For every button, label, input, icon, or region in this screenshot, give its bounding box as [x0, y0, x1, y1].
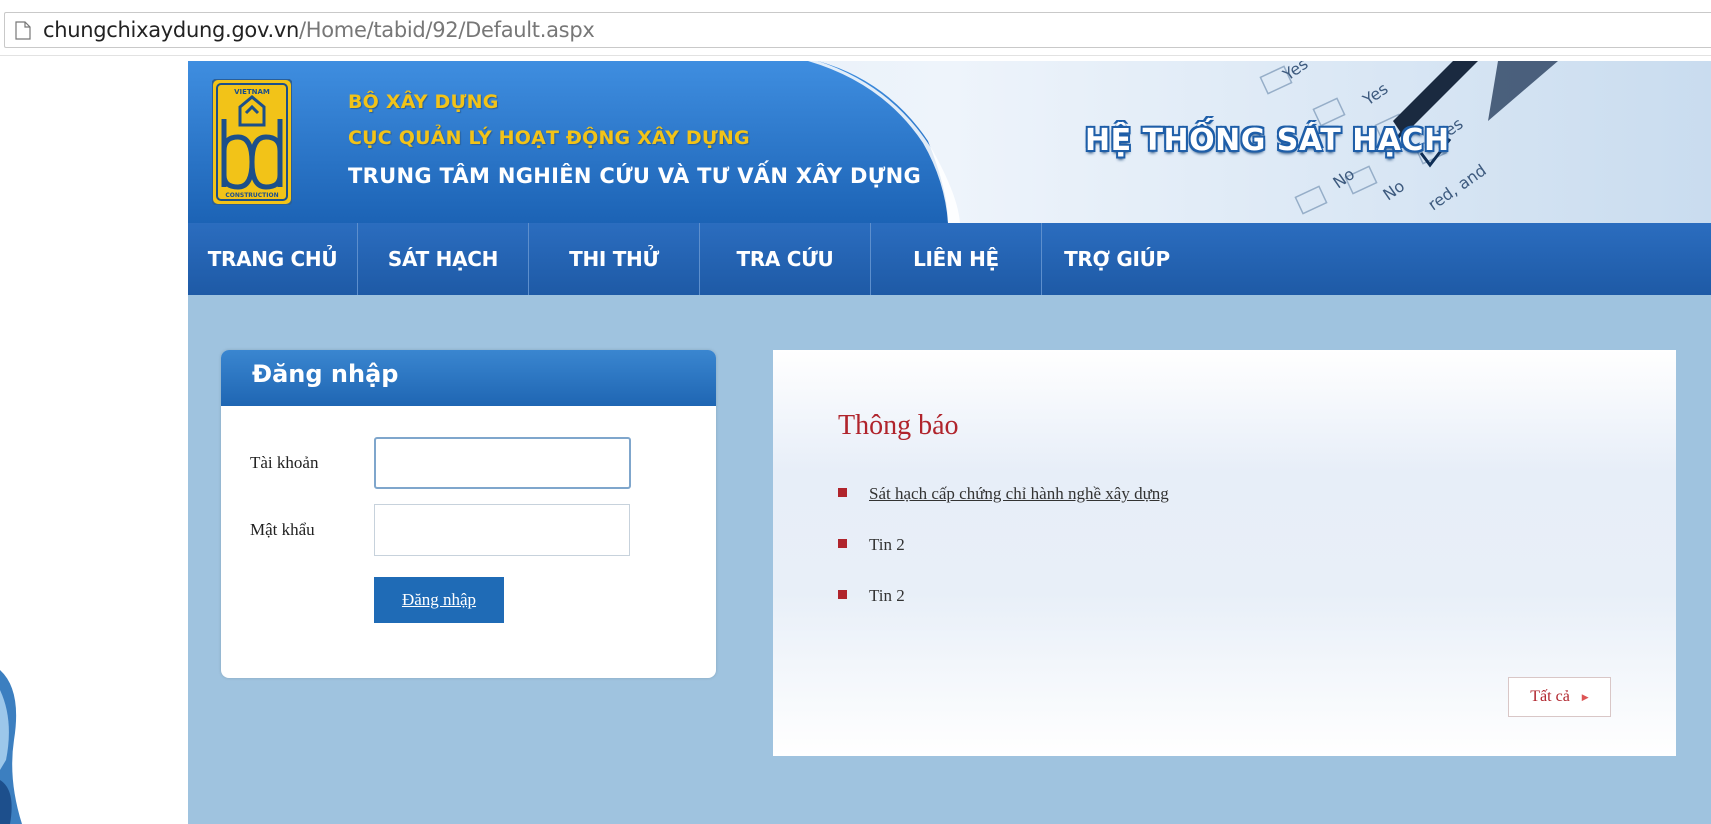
- url-field[interactable]: chungchixaydung.gov.vn/Home/tabid/92/Def…: [4, 12, 1711, 48]
- header-banner: Yes Yes Yes No No red, and VIETNAM CONST…: [188, 61, 1711, 223]
- system-title: HỆ THỐNG SÁT HẠCH: [1085, 123, 1450, 158]
- nav-item-home[interactable]: TRANG CHỦ: [188, 223, 358, 295]
- list-item: Tin 2: [838, 535, 1169, 586]
- org-line-2: CỤC QUẢN LÝ HOẠT ĐỘNG XÂY DỰNG: [348, 127, 750, 149]
- nav-item-practice-test[interactable]: THI THỬ: [529, 223, 700, 295]
- news-link[interactable]: Tin 2: [869, 535, 905, 555]
- bullet-icon: [838, 488, 847, 497]
- url-path: /Home/tabid/92/Default.aspx: [298, 18, 595, 42]
- url-text: chungchixaydung.gov.vn/Home/tabid/92/Def…: [43, 18, 595, 42]
- main-nav: TRANG CHỦ SÁT HẠCH THI THỬ TRA CỨU LIÊN …: [188, 223, 1711, 295]
- login-title: Đăng nhập: [221, 350, 716, 406]
- news-link[interactable]: Tin 2: [869, 586, 905, 606]
- nav-item-help[interactable]: TRỢ GIÚP: [1042, 223, 1192, 295]
- news-title: Thông báo: [838, 410, 959, 441]
- nav-item-contact[interactable]: LIÊN HỆ: [871, 223, 1042, 295]
- arrow-right-icon: ▶: [1581, 691, 1589, 702]
- ministry-logo: VIETNAM CONSTRUCTION: [212, 79, 292, 205]
- news-panel: Thông báo Sát hạch cấp chứng chỉ hành ng…: [773, 350, 1676, 756]
- username-label: Tài khoản: [250, 453, 319, 472]
- username-input[interactable]: [374, 437, 631, 489]
- bullet-icon: [838, 590, 847, 599]
- list-item: Sát hạch cấp chứng chỉ hành nghề xây dựn…: [838, 484, 1169, 535]
- password-label: Mật khẩu: [250, 520, 315, 539]
- login-panel: Đăng nhập Tài khoản Mật khẩu Đăng nhập: [221, 350, 716, 678]
- password-input[interactable]: [374, 504, 630, 556]
- logo-text-top: VIETNAM: [234, 88, 270, 96]
- nav-item-exam[interactable]: SÁT HẠCH: [358, 223, 529, 295]
- nav-item-lookup[interactable]: TRA CỨU: [700, 223, 871, 295]
- logo-text-bottom: CONSTRUCTION: [225, 192, 278, 199]
- site-container: Yes Yes Yes No No red, and VIETNAM CONST…: [188, 61, 1711, 824]
- view-all-button[interactable]: Tất cả ▶: [1508, 677, 1611, 717]
- browser-address-bar: chungchixaydung.gov.vn/Home/tabid/92/Def…: [0, 0, 1711, 56]
- login-button[interactable]: Đăng nhập: [374, 577, 504, 623]
- document-icon: [15, 21, 31, 40]
- news-list: Sát hạch cấp chứng chỉ hành nghề xây dựn…: [838, 484, 1169, 637]
- org-line-3: TRUNG TÂM NGHIÊN CỨU VÀ TƯ VẤN XÂY DỰNG: [348, 164, 921, 188]
- url-host: chungchixaydung.gov.vn: [43, 18, 299, 42]
- org-line-1: BỘ XÂY DỰNG: [348, 91, 499, 113]
- news-link[interactable]: Sát hạch cấp chứng chỉ hành nghề xây dựn…: [869, 484, 1169, 504]
- background-graphic: [0, 670, 22, 824]
- view-all-label: Tất cả: [1530, 688, 1570, 705]
- list-item: Tin 2: [838, 586, 1169, 637]
- bullet-icon: [838, 539, 847, 548]
